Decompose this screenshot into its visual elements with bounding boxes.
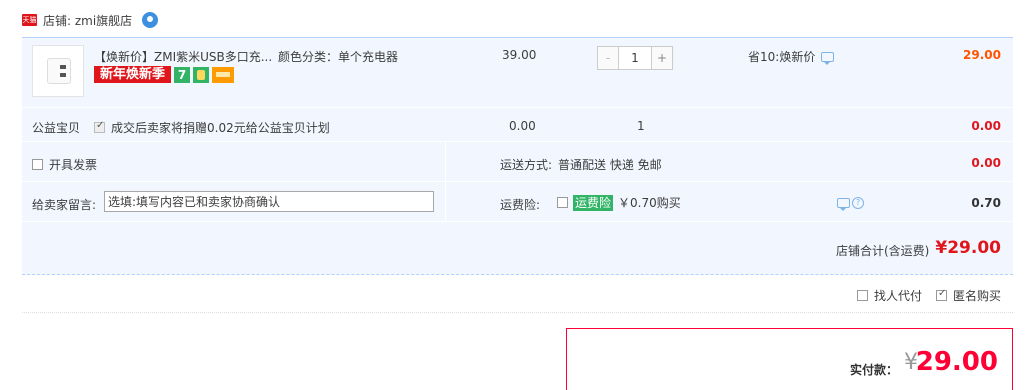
- charity-price: 0.00: [509, 119, 536, 133]
- product-thumbnail[interactable]: [32, 45, 84, 97]
- discount-text: 省10:焕新价: [748, 50, 816, 64]
- quantity-stepper: - 1 +: [597, 46, 673, 70]
- anonymous-buy-option: 匿名购买: [935, 287, 1001, 304]
- store-name-link[interactable]: 店铺: zmi旗舰店: [43, 12, 132, 29]
- proxy-pay-option: 找人代付: [856, 287, 922, 304]
- charity-row: 公益宝贝 成交后卖家将捐赠0.02元给公益宝贝计划 0.00 1 0.00: [22, 108, 1013, 142]
- charity-quantity: 1: [637, 119, 645, 133]
- message-insurance-row: 给卖家留言: 运费险: 运费险 ￥0.70购买 ? 0.70: [22, 182, 1013, 222]
- seller-message-input[interactable]: [104, 191, 434, 212]
- proxy-pay-checkbox[interactable]: [856, 290, 868, 301]
- huabei-icon: [193, 66, 210, 83]
- charity-total: 0.00: [971, 119, 1001, 133]
- store-total-value: ¥29.00: [935, 238, 1001, 258]
- store-header: 天猫 店铺: zmi旗舰店: [22, 10, 159, 30]
- anonymous-buy-label: 匿名购买: [952, 289, 1001, 303]
- seven-day-return-icon: 7: [174, 66, 191, 83]
- insurance-comment-icon[interactable]: [837, 198, 850, 211]
- proxy-pay-label: 找人代付: [873, 289, 922, 303]
- shipping-fee: 0.00: [971, 156, 1001, 170]
- store-total-row: 店铺合计(含运费) ¥29.00: [22, 222, 1013, 274]
- invoice-option: 开具发票: [32, 156, 97, 173]
- charity-option: 成交后卖家将捐赠0.02元给公益宝贝计划: [94, 119, 330, 136]
- unit-price: 39.00: [502, 48, 537, 62]
- discount-info: 省10:焕新价: [748, 48, 835, 65]
- item-subtotal: 29.00: [963, 48, 1001, 62]
- insurance-checkbox[interactable]: [557, 197, 568, 208]
- insurance-badge: 运费险: [573, 194, 614, 211]
- charity-label: 公益宝贝: [32, 121, 81, 135]
- payment-amount: 29.00: [915, 347, 998, 377]
- shipping-label: 运送方式:: [500, 158, 553, 172]
- help-question-icon[interactable]: ?: [852, 197, 864, 209]
- order-block: 【焕新价】ZMI紫米USB多口充... 新年焕新季 7 颜色分类：单个充电器 3…: [22, 37, 1013, 275]
- insurance-option: 运费险 ￥0.70购买: [557, 194, 681, 211]
- insurance-label: 运费险:: [500, 198, 541, 212]
- item-title-link[interactable]: 【焕新价】ZMI紫米USB多口充...: [94, 48, 274, 65]
- store-total-label: 店铺合计(含运费): [836, 244, 930, 258]
- tmall-badge: 天猫: [22, 14, 37, 26]
- payment-label: 实付款：: [849, 363, 898, 377]
- wangwang-chat-icon[interactable]: [142, 12, 159, 28]
- quantity-minus-button[interactable]: -: [598, 47, 619, 69]
- item-row: 【焕新价】ZMI紫米USB多口充... 新年焕新季 7 颜色分类：单个充电器 3…: [22, 38, 1013, 108]
- message-label: 给卖家留言:: [32, 198, 97, 212]
- anonymous-buy-checkbox[interactable]: [935, 288, 947, 301]
- new-year-promo-tag: 新年焕新季: [94, 66, 172, 83]
- payment-summary-box: 实付款： ¥ 29.00: [566, 328, 1013, 390]
- item-sku: 颜色分类：单个充电器: [278, 50, 399, 64]
- insurance-price: ￥0.70购买: [618, 196, 681, 210]
- discount-comment-icon[interactable]: [821, 51, 835, 65]
- promo-tags: 新年焕新季 7: [94, 66, 235, 83]
- extra-options: 找人代付 匿名购买: [856, 287, 1001, 304]
- shipping-method: 普通配送 快递 免邮: [558, 158, 662, 172]
- quantity-plus-button[interactable]: +: [651, 47, 672, 69]
- insurance-fee: 0.70: [971, 196, 1001, 210]
- charity-text: 成交后卖家将捐赠0.02元给公益宝贝计划: [111, 121, 330, 135]
- invoice-shipping-row: 开具发票 运送方式: 普通配送 快递 免邮 0.00: [22, 142, 1013, 182]
- invoice-checkbox[interactable]: [32, 159, 43, 170]
- charity-checkbox[interactable]: [94, 120, 105, 133]
- quantity-input[interactable]: 1: [619, 47, 651, 69]
- credit-card-icon: [212, 66, 235, 83]
- divider: [22, 312, 1013, 313]
- invoice-label: 开具发票: [49, 158, 98, 172]
- insurance-help: ?: [837, 197, 864, 211]
